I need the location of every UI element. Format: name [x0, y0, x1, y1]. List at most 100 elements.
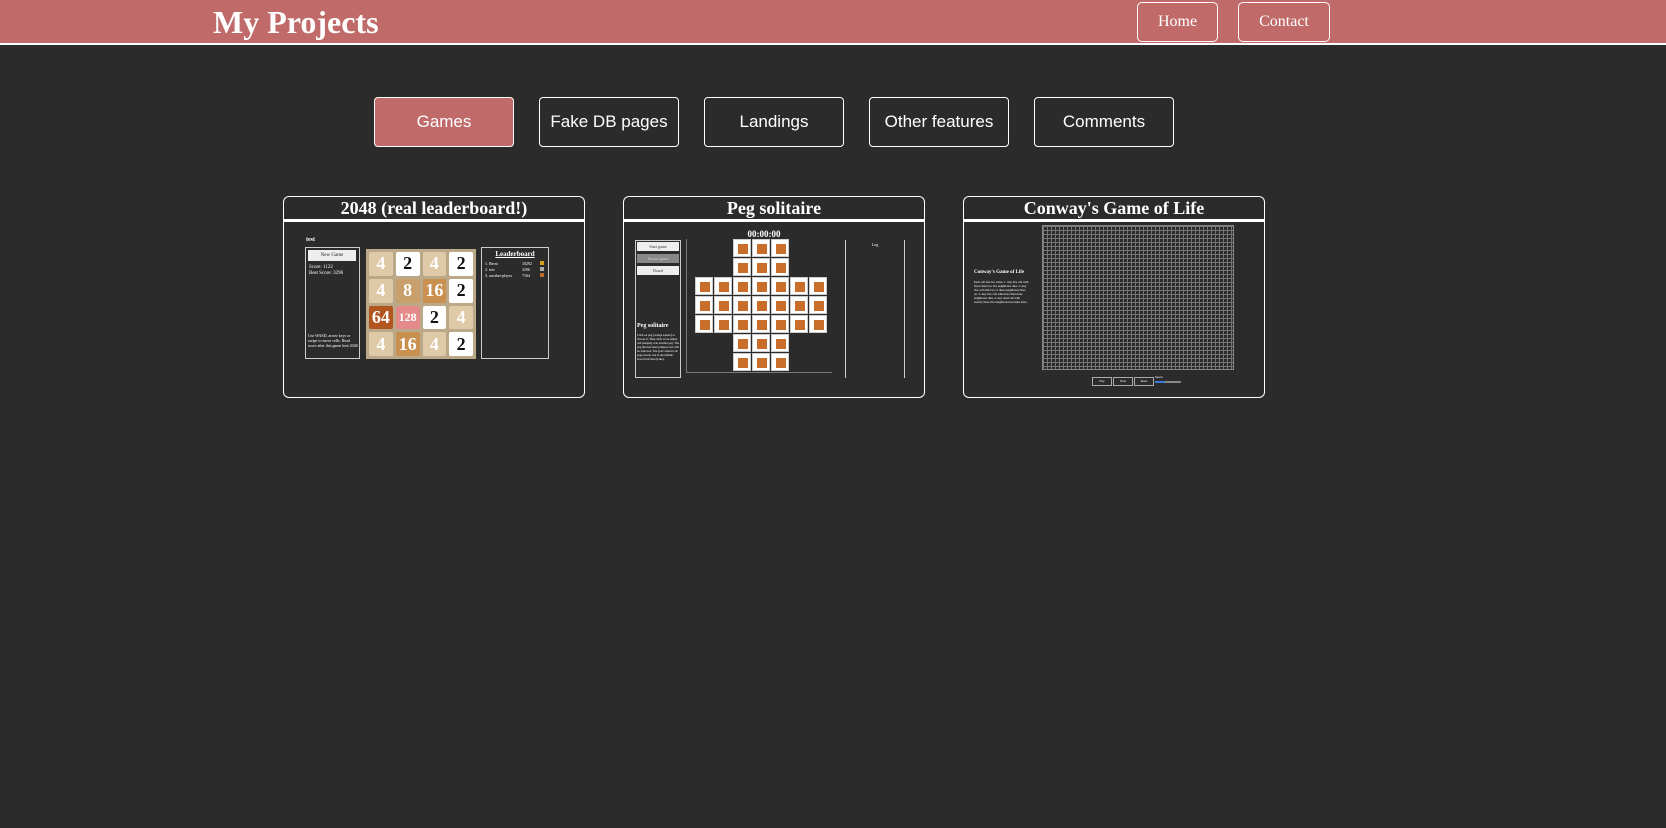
leaderboard-row: 3. another-player [485, 273, 513, 278]
preview-life-rules: Each cell has two states. 1. Any live ce… [974, 280, 1029, 304]
card-preview-game-of-life: Conway's Game of Life Each cell has two … [964, 222, 1264, 397]
peg-icon [776, 244, 786, 254]
peg-cell [790, 296, 808, 314]
peg-icon [738, 339, 748, 349]
project-card-2048[interactable]: 2048 (real leaderboard!) test New Game S… [283, 196, 585, 398]
peg-icon [814, 301, 824, 311]
peg-icon [795, 301, 805, 311]
peg-icon [795, 320, 805, 330]
board-tile: 4 [369, 252, 393, 276]
preview-user: test [306, 237, 315, 243]
peg-cell [714, 296, 732, 314]
preview-next-button: Next [1113, 377, 1133, 386]
peg-cell [733, 277, 751, 295]
peg-cell [790, 315, 808, 333]
peg-cell [752, 334, 770, 352]
preview-log-label: Log [871, 242, 879, 247]
peg-cell [733, 296, 751, 314]
nav-home-button[interactable]: Home [1137, 2, 1218, 42]
peg-icon [738, 263, 748, 273]
peg-icon [814, 320, 824, 330]
peg-cell [714, 315, 732, 333]
peg-icon [795, 282, 805, 292]
board-tile: 64 [369, 305, 393, 330]
peg-cell [695, 277, 713, 295]
card-preview-2048: test New Game Score: 1122 Best Score: 32… [284, 222, 584, 397]
preview-play-button: Play [1092, 377, 1112, 386]
preview-restart-button: Restart game [637, 254, 679, 263]
preview-sidebar: New Game Score: 1122 Best Score: 3296 Us… [305, 247, 360, 359]
peg-cell [771, 315, 789, 333]
peg-cell [809, 296, 827, 314]
peg-icon [738, 320, 748, 330]
preview-new-game-button: New Game [308, 250, 356, 261]
peg-icon [776, 339, 786, 349]
peg-icon [719, 320, 729, 330]
preview-best: Best Score: 3296 [309, 271, 344, 276]
nav-contact-button[interactable]: Contact [1238, 2, 1330, 42]
preview-peg-sidebar: Start game Restart game Board Peg solita… [635, 240, 681, 378]
peg-icon [700, 301, 710, 311]
preview-peg-desc: Click on peg (orange square) to choose i… [637, 333, 680, 361]
preview-timer: 00:00:00 [747, 229, 781, 239]
preview-peg-heading: Peg solitaire [637, 323, 669, 329]
tab-landings[interactable]: Landings [704, 97, 844, 147]
peg-cell [695, 296, 713, 314]
preview-score: Score: 1122 [309, 265, 333, 270]
peg-icon [776, 282, 786, 292]
tab-other-features[interactable]: Other features [869, 97, 1009, 147]
board-tile: 16 [422, 278, 447, 303]
preview-life-heading: Conway's Game of Life [974, 270, 1025, 275]
peg-cell [771, 353, 789, 371]
peg-icon [757, 244, 767, 254]
peg-cell [752, 258, 770, 276]
project-card-peg-solitaire[interactable]: Peg solitaire 00:00:00 Start game Restar… [623, 196, 925, 398]
peg-icon [738, 358, 748, 368]
peg-cell [771, 258, 789, 276]
board-tile: 8 [395, 278, 420, 303]
peg-cell [733, 239, 751, 257]
preview-peg-log: Log [845, 240, 905, 378]
peg-cell [733, 353, 751, 371]
peg-icon [719, 301, 729, 311]
project-card-game-of-life[interactable]: Conway's Game of Life Conway's Game of L… [963, 196, 1265, 398]
card-title: Peg solitaire [624, 197, 924, 222]
peg-cell [733, 258, 751, 276]
board-tile: 2 [449, 332, 473, 356]
tab-comments[interactable]: Comments [1034, 97, 1174, 147]
preview-board-button: Board [637, 266, 679, 275]
trophy-silver-icon [540, 267, 544, 271]
peg-icon [757, 263, 767, 273]
leaderboard-score: 10292 [522, 261, 532, 266]
leaderboard-score: 3296 [522, 267, 530, 272]
site-title: My Projects [213, 4, 379, 40]
peg-icon [757, 339, 767, 349]
board-tile: 4 [422, 252, 447, 276]
peg-cell [733, 315, 751, 333]
peg-cell [752, 353, 770, 371]
peg-icon [757, 358, 767, 368]
preview-hint: Use WASD, arrow keys or swipe to move ce… [308, 333, 358, 348]
peg-icon [738, 282, 748, 292]
peg-cell [771, 334, 789, 352]
board-tile: 4 [369, 278, 393, 303]
preview-2048-board: 4 2 4 2 4 8 16 2 64 128 2 4 4 16 4 2 [366, 249, 476, 359]
peg-icon [700, 282, 710, 292]
trophy-gold-icon [540, 261, 544, 265]
peg-cell [771, 277, 789, 295]
peg-icon [738, 244, 748, 254]
board-tile: 2 [422, 305, 447, 330]
tab-games[interactable]: Games [374, 97, 514, 147]
peg-icon [776, 301, 786, 311]
tab-fake-db-pages[interactable]: Fake DB pages [539, 97, 679, 147]
preview-peg-board [687, 239, 832, 372]
board-tile: 4 [449, 305, 473, 330]
peg-icon [719, 282, 729, 292]
top-bar: My Projects Home Contact [0, 0, 1666, 45]
preview-speed-slider [1155, 381, 1181, 383]
preview-start-button: Start game [637, 242, 679, 251]
leaderboard-row: 1. Berni [485, 261, 498, 266]
preview-speed-label: Speed [1155, 375, 1163, 379]
preview-reset-button: Reset [1134, 377, 1154, 386]
peg-cell [752, 239, 770, 257]
